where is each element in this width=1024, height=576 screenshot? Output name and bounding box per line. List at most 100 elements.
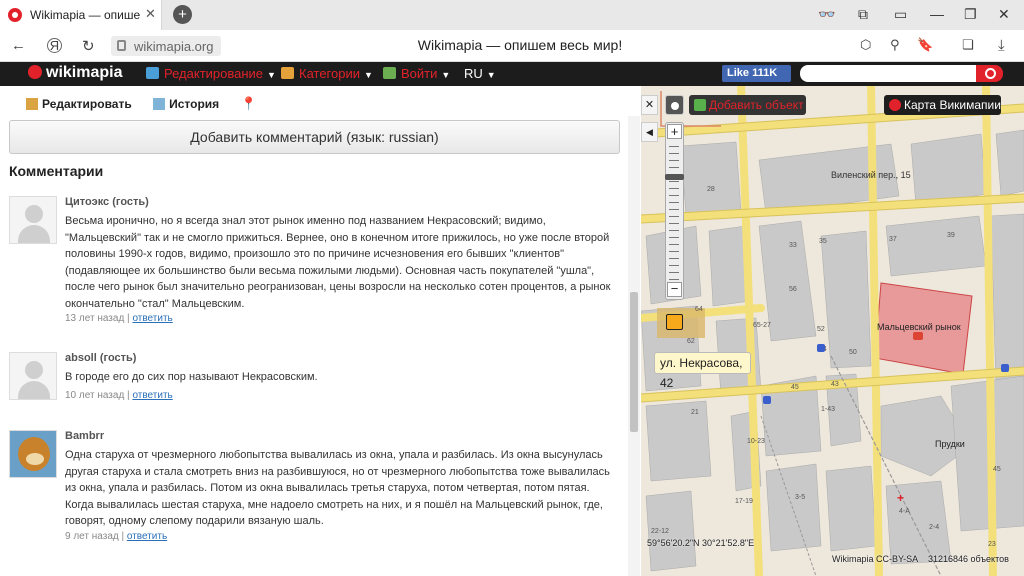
comment-text: Одна старуха от чрезмерного любопытства … bbox=[65, 449, 610, 527]
close-map-panel-icon[interactable]: ✕ bbox=[641, 95, 658, 115]
chevron-down-icon: ▼ bbox=[441, 70, 451, 80]
comment-author[interactable]: absoll (гость) bbox=[65, 352, 136, 364]
building-number: 23 bbox=[988, 541, 996, 548]
cart-marker-icon[interactable] bbox=[817, 344, 825, 352]
zoom-ticks bbox=[669, 146, 679, 286]
language-label: RU bbox=[464, 66, 483, 81]
comment-age: 13 лет назад bbox=[65, 313, 125, 324]
building-number: 65-27 bbox=[753, 322, 771, 329]
login-icon bbox=[383, 67, 396, 79]
building-number: 39 bbox=[947, 232, 955, 239]
extensions-icon[interactable]: ⬡ bbox=[860, 37, 871, 53]
comment-author[interactable]: Bambrr bbox=[65, 430, 104, 442]
menu-login[interactable]: Войти ▼ bbox=[383, 66, 450, 81]
map-pin-icon: 📍 bbox=[240, 96, 257, 111]
building-number: 52 bbox=[817, 326, 825, 333]
building-number: 35 bbox=[819, 238, 827, 245]
map-canvas[interactable] bbox=[641, 86, 1024, 576]
map-name-button[interactable]: Карта Викимапии bbox=[884, 95, 1001, 115]
area-label: Прудки bbox=[935, 439, 965, 449]
edit-label: Редактировать bbox=[42, 97, 132, 111]
url-text: wikimapia.org bbox=[134, 39, 214, 54]
wikimapia-logo-icon bbox=[28, 65, 42, 79]
facebook-like-button[interactable]: Like 111K bbox=[722, 65, 791, 82]
locate-button[interactable] bbox=[665, 95, 684, 115]
building-number: 3-5 bbox=[795, 494, 806, 501]
map-pin-link[interactable]: 📍 bbox=[240, 96, 257, 111]
wikimapia-logo[interactable]: wikimapia bbox=[28, 64, 122, 82]
menu-edit[interactable]: Редактирование ▼ bbox=[146, 66, 276, 81]
edit-link[interactable]: Редактировать bbox=[26, 97, 132, 111]
panel-scrollbar[interactable] bbox=[628, 116, 640, 576]
yandex-icon[interactable]: Я bbox=[47, 38, 62, 53]
comments-heading: Комментарии bbox=[9, 163, 104, 179]
zoom-handle[interactable] bbox=[665, 174, 684, 180]
object-toolbar: Редактировать История 📍 bbox=[26, 96, 275, 112]
tab-title: Wikimapia — опишем в bbox=[30, 8, 140, 22]
incognito-glasses-icon[interactable]: 👓 bbox=[818, 6, 835, 23]
add-object-button[interactable]: Добавить объект bbox=[689, 95, 806, 115]
default-avatar-icon bbox=[25, 361, 43, 379]
download-icon[interactable]: ⤓ bbox=[998, 37, 1005, 54]
cart-marker-icon[interactable] bbox=[763, 396, 771, 404]
avatar-body bbox=[18, 225, 50, 243]
map-coordinates: 59°56'20.2"N 30°21'52.8"E bbox=[647, 538, 755, 548]
location-pin-icon[interactable]: ⚲ bbox=[890, 37, 900, 53]
new-tab-button[interactable]: + bbox=[173, 5, 192, 24]
default-avatar-icon bbox=[25, 205, 43, 223]
map-view[interactable]: Виленский пер., 15 Мальцевский рынок Пру… bbox=[641, 86, 1024, 576]
menu-categories[interactable]: Категории ▼ bbox=[281, 66, 373, 81]
search-button[interactable] bbox=[976, 65, 1003, 82]
browser-tab[interactable]: Wikimapia — опишем в ✕ bbox=[0, 0, 162, 30]
history-link[interactable]: История bbox=[153, 97, 219, 111]
building-number: 56 bbox=[789, 286, 797, 293]
map-copyright[interactable]: Wikimapia CC-BY-SA bbox=[832, 554, 918, 564]
reply-link[interactable]: ответить bbox=[132, 390, 172, 401]
reply-link[interactable]: ответить bbox=[127, 531, 167, 542]
history-label: История bbox=[169, 97, 220, 111]
language-selector[interactable]: RU ▼ bbox=[464, 66, 496, 81]
search-input[interactable] bbox=[800, 65, 977, 82]
zoom-out-button[interactable]: − bbox=[667, 282, 682, 297]
object-panel: Редактировать История 📍 Добавить коммент… bbox=[0, 86, 641, 576]
comment-author[interactable]: Цитоэкс (гость) bbox=[65, 196, 149, 208]
bookmarks-panel-icon[interactable]: ❏ bbox=[962, 37, 974, 53]
wikimapia-favicon-icon bbox=[8, 8, 22, 22]
collapse-panel-icon[interactable]: ◀ bbox=[641, 122, 658, 142]
shop-marker-icon[interactable] bbox=[913, 332, 923, 340]
url-field[interactable]: wikimapia.org bbox=[111, 36, 221, 56]
categories-icon bbox=[281, 67, 294, 79]
downloads-panel-icon[interactable]: ▭ bbox=[894, 6, 907, 23]
edit-globe-icon bbox=[146, 67, 159, 79]
menu-edit-label: Редактирование bbox=[164, 66, 264, 81]
building-number: 50 bbox=[849, 349, 857, 356]
cart-marker-icon[interactable] bbox=[1001, 364, 1009, 372]
building-number: 10-23 bbox=[747, 438, 765, 445]
building-number: 37 bbox=[889, 236, 897, 243]
close-window-icon[interactable]: ✕ bbox=[998, 6, 1010, 23]
scrollbar-thumb[interactable] bbox=[630, 292, 638, 432]
comment-meta: 9 лет назад | ответить bbox=[65, 531, 168, 542]
menu-login-label: Войти bbox=[401, 66, 438, 81]
building-number: 45 bbox=[993, 466, 1001, 473]
photo-layer-icon[interactable] bbox=[666, 314, 683, 330]
building-number: 1-43 bbox=[821, 406, 836, 413]
lock-icon bbox=[117, 40, 126, 51]
bookmark-icon[interactable]: 🔖 bbox=[917, 37, 933, 53]
close-tab-icon[interactable]: ✕ bbox=[145, 6, 156, 22]
medical-cross-icon[interactable]: + bbox=[897, 491, 904, 505]
back-arrow-icon[interactable]: ← bbox=[11, 37, 26, 54]
zoom-in-button[interactable]: + bbox=[667, 124, 682, 139]
building-number: 45 bbox=[791, 384, 799, 391]
reply-link[interactable]: ответить bbox=[132, 313, 172, 324]
building-number: 62 bbox=[687, 338, 695, 345]
logo-text: wikimapia bbox=[46, 64, 123, 81]
restore-icon[interactable]: ❐ bbox=[964, 6, 977, 23]
building-number: 17-19 bbox=[735, 498, 753, 505]
add-comment-button[interactable]: Добавить комментарий (язык: russian) bbox=[9, 120, 620, 154]
comment-text: В городе его до сих пор называют Некрасо… bbox=[65, 371, 318, 383]
avatar bbox=[9, 352, 57, 400]
collections-icon[interactable]: ⧉ bbox=[858, 6, 868, 23]
reload-icon[interactable]: ↻ bbox=[82, 37, 95, 55]
minimize-icon[interactable]: — bbox=[930, 6, 944, 22]
